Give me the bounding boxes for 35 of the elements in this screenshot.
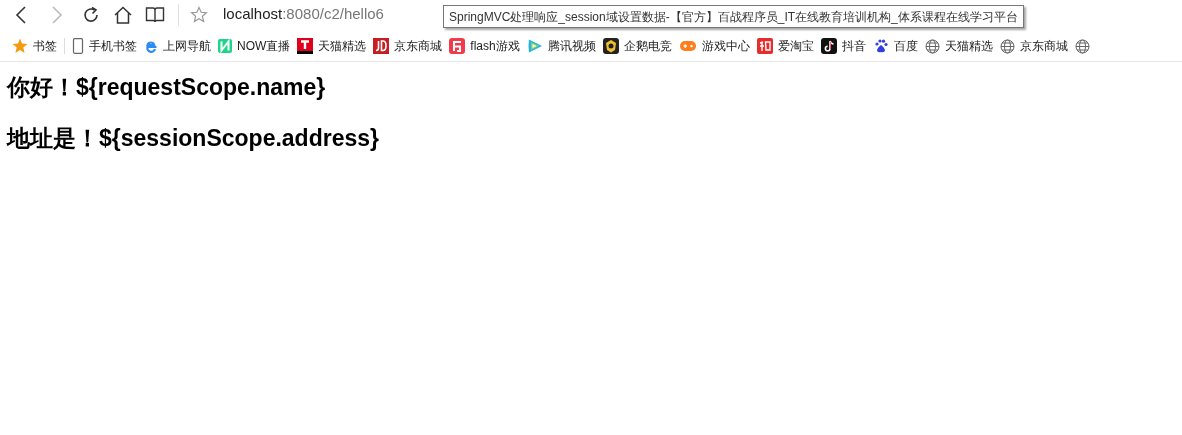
letter-e-icon — [144, 39, 158, 53]
bookmark-item[interactable]: 手机书签 — [72, 35, 137, 57]
bookmark-item[interactable]: 腾讯视频 — [526, 35, 596, 57]
play-icon — [526, 38, 543, 54]
bookmark-item[interactable]: 京东商城 — [999, 35, 1068, 57]
tooltip: SpringMVC处理响应_session域设置数据-【官方】百战程序员_IT在线教育培训机构_体系课程在线学习平台 — [443, 5, 1024, 28]
bookmark-star-button[interactable] — [189, 4, 209, 25]
bookmark-item[interactable]: 爱淘宝 — [756, 35, 814, 57]
taobao-logo-icon — [756, 38, 773, 54]
bookmark-item[interactable]: 书签 — [12, 35, 57, 57]
bookmark-item[interactable]: NOW直播 — [218, 35, 291, 57]
gamepad-icon — [678, 39, 697, 53]
bookmark-item[interactable]: 京东商城 — [373, 35, 443, 57]
star-icon — [12, 38, 28, 54]
bookmark-item[interactable]: 上网导航 — [144, 35, 211, 57]
bookmark-item[interactable]: 天猫精选 — [297, 35, 367, 57]
tmall-logo-icon — [297, 38, 314, 54]
page-heading: 你好！${requestScope.name} — [7, 73, 326, 102]
phone-icon — [72, 38, 84, 54]
shield-icon — [602, 38, 619, 54]
bookmark-item[interactable]: 天猫精选 — [924, 35, 993, 57]
globe-icon — [924, 38, 940, 54]
address-field[interactable]: localhost:8080/c2/hello6 — [223, 3, 384, 26]
jd-logo-icon — [373, 38, 390, 54]
page-heading: 地址是！${sessionScope.address} — [7, 124, 379, 153]
flash-logo-icon — [449, 38, 466, 54]
bookmark-item[interactable]: 抖音 — [820, 35, 866, 57]
globe-icon — [999, 38, 1015, 54]
bookmark-item[interactable]: 百度 — [872, 35, 918, 57]
globe-icon[interactable] — [1074, 38, 1090, 54]
bookmark-item[interactable]: flash游戏 — [449, 35, 520, 57]
bookmark-item[interactable]: 企鹅电竞 — [602, 35, 672, 57]
now-logo-icon — [218, 39, 232, 53]
bookmark-item[interactable]: 游戏中心 — [678, 35, 750, 57]
music-note-icon — [820, 38, 837, 54]
